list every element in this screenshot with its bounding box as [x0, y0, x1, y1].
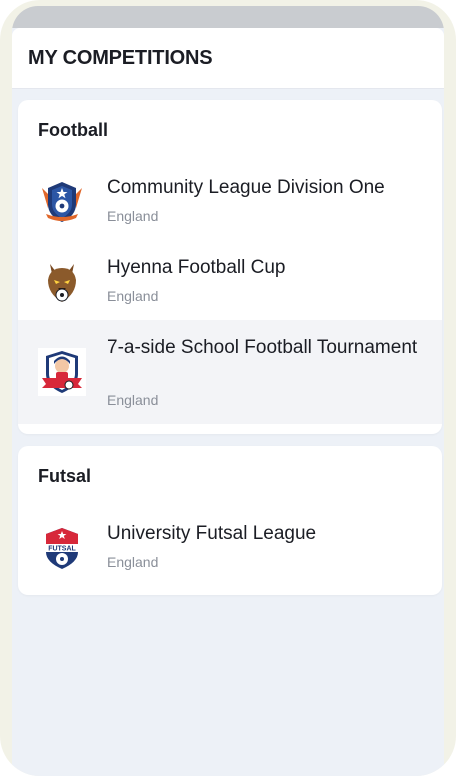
competition-country: England: [107, 288, 159, 304]
app-screen: MY COMPETITIONS Football Community Leagu…: [12, 28, 444, 776]
competition-item[interactable]: 7-a-side School Football Tournament Engl…: [18, 320, 442, 424]
competition-name: 7-a-side School Football Tournament: [107, 337, 418, 358]
section-football: Football Community League Division One E…: [18, 100, 442, 434]
competition-name: Community League Division One: [107, 177, 385, 198]
competition-country: England: [107, 208, 159, 224]
eagle-shield-badge-icon: [38, 178, 86, 226]
competition-country: England: [107, 554, 159, 570]
competition-name: Hyenna Football Cup: [107, 257, 286, 278]
section-title: Football: [38, 120, 108, 140]
competition-name: University Futsal League: [107, 523, 317, 544]
section-title: Futsal: [38, 466, 92, 486]
svg-text:FUTSAL: FUTSAL: [48, 546, 76, 553]
futsal-shield-badge-icon: FUTSAL: [38, 524, 86, 572]
phone-frame: MY COMPETITIONS Football Community Leagu…: [0, 0, 456, 776]
competition-item[interactable]: FUTSAL University Futsal League England: [18, 510, 442, 590]
competition-country: England: [107, 392, 159, 408]
page-title: MY COMPETITIONS: [28, 47, 213, 69]
hyena-badge-icon: [38, 258, 86, 306]
competition-item[interactable]: Community League Division One England: [18, 164, 442, 244]
section-futsal: Futsal FUTSAL University Futsal League E…: [18, 446, 442, 595]
app-header: MY COMPETITIONS: [12, 28, 444, 88]
competition-item[interactable]: Hyenna Football Cup England: [18, 244, 442, 324]
school-kid-badge-icon: [38, 348, 86, 396]
